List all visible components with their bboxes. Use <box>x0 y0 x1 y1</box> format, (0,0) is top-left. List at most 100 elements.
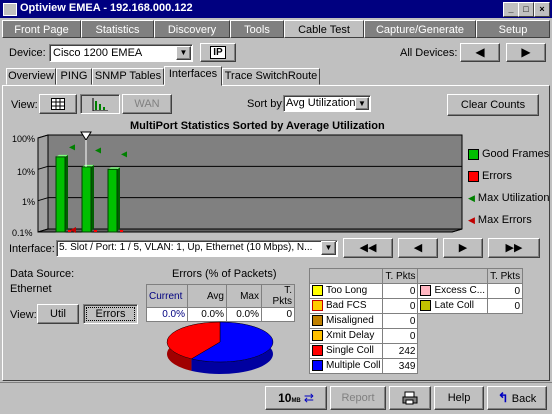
color-swatch <box>420 285 432 297</box>
errors-header-avg: Avg <box>187 284 227 308</box>
legend-label: Max Errors <box>477 214 532 226</box>
counts-label: Xmit Delay <box>308 328 384 344</box>
bar-good-frames <box>107 168 118 233</box>
table-row: Multiple Coll 349 <box>308 358 524 374</box>
tab-cable-test[interactable]: Cable Test <box>284 20 364 38</box>
subtab-ping[interactable]: PING <box>56 68 92 85</box>
counts-value: 0 <box>382 298 419 314</box>
interface-select-value: 5. Slot / Port: 1 / 5, VLAN: 1, Up, Ethe… <box>59 242 313 253</box>
color-swatch <box>312 315 323 327</box>
table-row: Too Long 0 Excess C... 0 <box>308 283 524 299</box>
legend-item-errors: Errors <box>468 170 512 182</box>
table-row: Bad FCS 0 Late Coll 0 <box>308 298 524 314</box>
interface-label: Interface: <box>9 243 55 255</box>
close-icon[interactable]: × <box>534 2 550 17</box>
legend-item-max-errors: ◀ Max Errors <box>468 214 532 226</box>
counts-empty <box>487 343 524 359</box>
tab-tools[interactable]: Tools <box>230 20 284 38</box>
counts-header-tpkts: T. Pkts <box>487 268 524 284</box>
counts-value: 0 <box>487 298 524 314</box>
errors-pie-chart <box>166 321 274 374</box>
speed-value: 10 <box>278 391 292 405</box>
next-interface-button[interactable]: ▶ <box>443 238 483 258</box>
back-label: Back <box>511 393 537 405</box>
subtab-interfaces[interactable]: Interfaces <box>164 66 222 86</box>
color-swatch <box>312 360 323 372</box>
triangle-left-icon: ◀ <box>468 193 475 203</box>
report-button[interactable]: Report <box>330 386 386 410</box>
legend-item-good-frames: Good Frames <box>468 148 549 160</box>
errors-header-current: Current <box>146 284 188 308</box>
subtab-trace-switchroute[interactable]: Trace SwitchRoute <box>222 68 320 85</box>
color-swatch <box>312 285 323 297</box>
speed-unit: MB <box>291 398 301 404</box>
counts-value: 242 <box>382 343 419 359</box>
device-select[interactable]: Cisco 1200 EMEA ▼ <box>49 44 193 62</box>
counts-value: 0 <box>487 283 524 299</box>
table-view-button[interactable] <box>39 94 77 114</box>
back-button[interactable]: ↰ Back <box>487 386 547 410</box>
errors-button[interactable]: Errors <box>83 304 138 324</box>
subtab-overview[interactable]: Overview <box>6 68 56 85</box>
chevron-down-icon[interactable]: ▼ <box>176 46 191 60</box>
next-device-button[interactable]: ▶ <box>506 43 546 62</box>
tab-discovery[interactable]: Discovery <box>154 20 230 38</box>
chevron-down-icon[interactable]: ▼ <box>355 97 369 110</box>
prev-device-button[interactable]: ◀ <box>460 43 500 62</box>
table-icon <box>51 98 65 110</box>
sort-by-value: Avg Utilization <box>286 97 356 109</box>
tab-front-page[interactable]: Front Page <box>2 20 81 38</box>
sort-by-select[interactable]: Avg Utilization ▼ <box>283 95 371 112</box>
errors-table-title: Errors (% of Packets) <box>172 268 277 280</box>
wan-view-button[interactable]: WAN <box>122 94 172 114</box>
counts-header-blank <box>308 268 384 284</box>
util-button[interactable]: Util <box>37 304 79 324</box>
chevron-down-icon[interactable]: ▼ <box>321 241 336 255</box>
plot-background <box>37 134 463 233</box>
device-select-value: Cisco 1200 EMEA <box>53 47 143 59</box>
counts-empty <box>487 328 524 344</box>
minimize-icon[interactable]: _ <box>503 2 519 17</box>
ip-button[interactable]: IP <box>200 43 236 62</box>
counts-empty <box>417 343 489 359</box>
counts-label: Excess C... <box>417 283 489 299</box>
legend-label: Errors <box>482 170 512 182</box>
device-label: Device: <box>9 47 46 59</box>
tab-capture-generate[interactable]: Capture/Generate <box>364 20 476 38</box>
tab-setup[interactable]: Setup <box>476 20 550 38</box>
print-button[interactable] <box>389 386 431 410</box>
last-interface-button[interactable]: ▶▶ <box>488 238 540 258</box>
counts-empty <box>417 358 489 374</box>
interface-select[interactable]: 5. Slot / Port: 1 / 5, VLAN: 1, Up, Ethe… <box>56 240 338 257</box>
title-bar: Optiview EMEA - 192.168.000.122 _ □ × <box>0 0 552 18</box>
subtab-snmp-tables[interactable]: SNMP Tables <box>92 68 164 85</box>
legend-swatch <box>468 170 479 182</box>
chart-view-button[interactable] <box>80 94 120 114</box>
speed-button[interactable]: 10MB ⇄ <box>265 386 327 410</box>
color-swatch <box>312 330 323 342</box>
counts-empty <box>487 313 524 329</box>
help-button[interactable]: Help <box>434 386 484 410</box>
errors-table: Current Avg Max T. Pkts 0.0% 0.0% 0.0% 0 <box>146 284 295 322</box>
app-icon <box>3 3 17 16</box>
prev-interface-button[interactable]: ◀ <box>398 238 438 258</box>
data-source-label: Data Source: <box>10 268 75 280</box>
color-swatch <box>312 345 323 357</box>
table-row: Xmit Delay 0 <box>308 328 524 344</box>
first-interface-button[interactable]: ◀◀ <box>343 238 393 258</box>
counts-label: Late Coll <box>417 298 489 314</box>
counts-empty <box>417 328 489 344</box>
counts-value: 0 <box>382 328 419 344</box>
y-tick-label: 0.1% <box>12 228 33 238</box>
view-label: View: <box>11 99 38 111</box>
maximize-icon[interactable]: □ <box>518 2 534 17</box>
back-arrow-icon: ↰ <box>497 390 509 405</box>
clear-counts-button[interactable]: Clear Counts <box>447 94 539 116</box>
swap-arrows-icon: ⇄ <box>303 391 314 405</box>
tab-statistics[interactable]: Statistics <box>81 20 154 38</box>
bar-errors <box>120 230 123 232</box>
counts-empty <box>487 358 524 374</box>
table-row: Single Coll 242 <box>308 343 524 359</box>
counts-table: T. Pkts T. Pkts Too Long 0 Excess C... 0… <box>308 268 524 374</box>
bar-errors <box>68 230 71 232</box>
